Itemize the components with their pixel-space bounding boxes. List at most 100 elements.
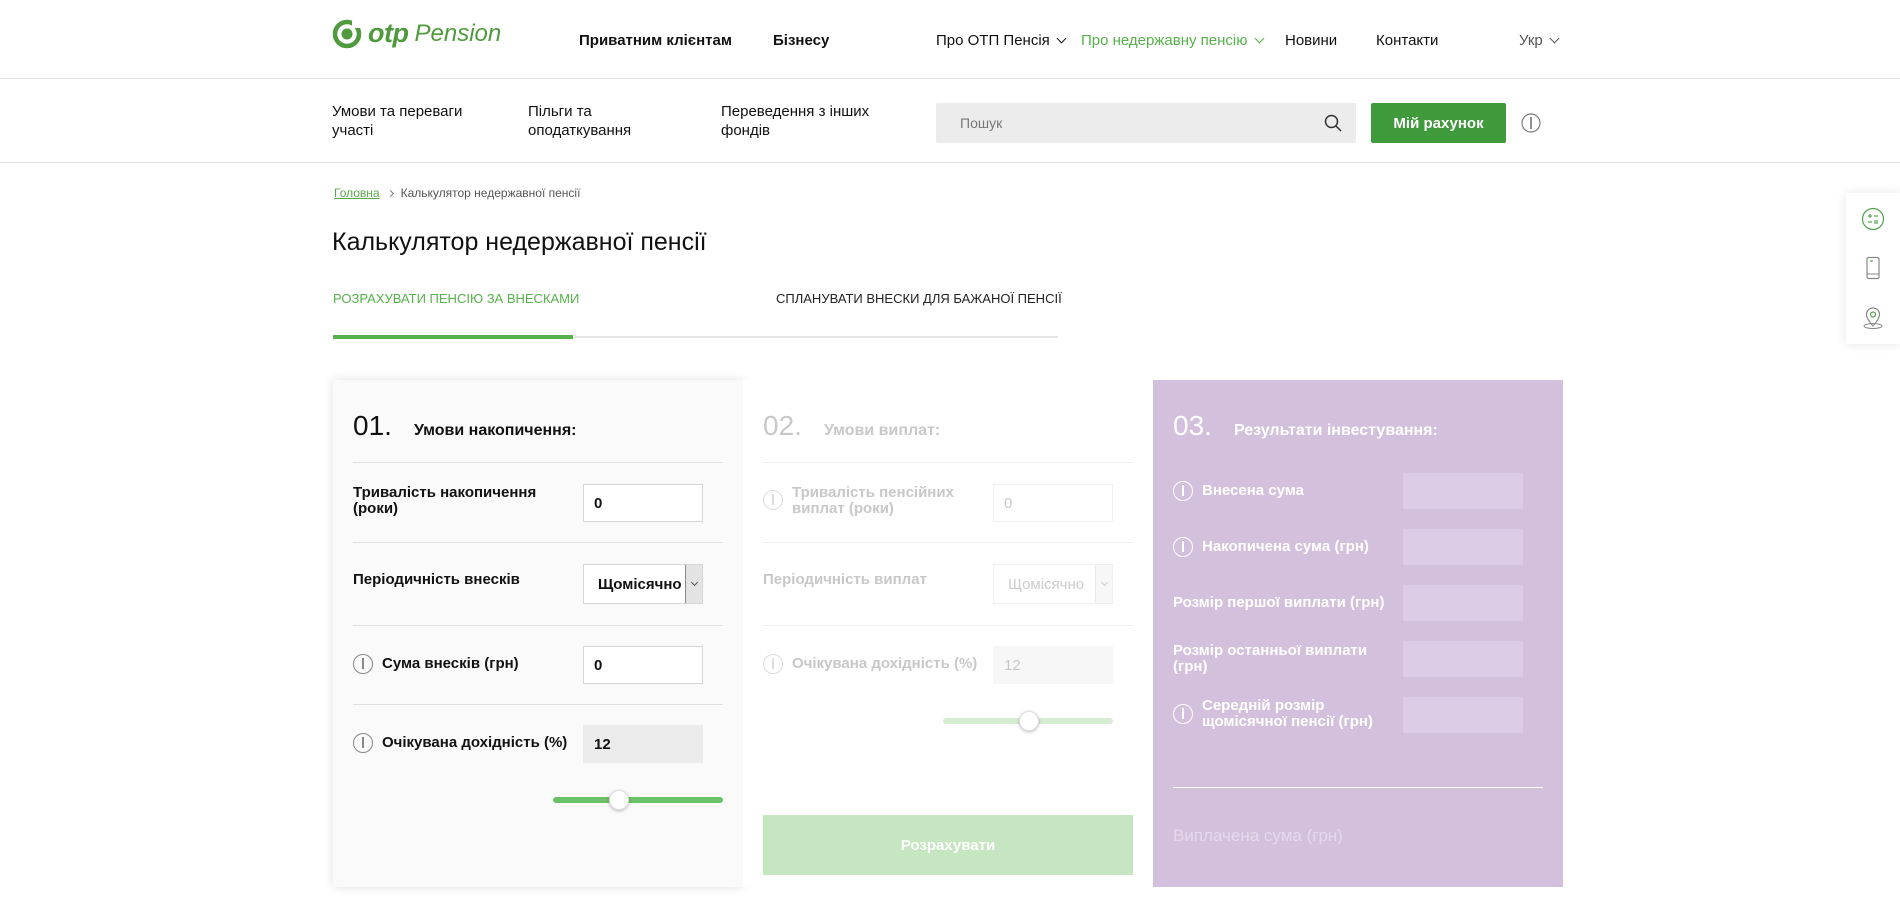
tab-active-indicator <box>333 335 573 339</box>
payout-yield-slider-handle[interactable] <box>1019 711 1039 731</box>
breadcrumb-current: Калькулятор недержавної пенсії <box>400 186 581 200</box>
nav-news[interactable]: Новини <box>1285 32 1337 49</box>
step-number: 03. <box>1173 410 1212 441</box>
info-icon[interactable] <box>763 654 783 674</box>
contribution-amount-input[interactable] <box>583 646 703 684</box>
result-last-payment <box>1403 641 1523 677</box>
divider <box>763 625 1133 626</box>
nav-contacts[interactable]: Контакти <box>1376 32 1438 49</box>
result-label: Середній розмір щомісячної пенсії (грн) <box>1202 698 1412 730</box>
chevron-down-icon <box>1549 33 1560 44</box>
divider <box>763 462 1133 463</box>
search-input[interactable] <box>936 103 1316 143</box>
payout-conditions-panel: 02. Умови виплат: Тривалість пенсійних в… <box>743 380 1153 887</box>
info-icon[interactable] <box>1173 537 1193 557</box>
label-line: Середній розмір <box>1202 697 1325 714</box>
divider <box>353 542 723 543</box>
nav-business[interactable]: Бізнесу <box>773 32 829 49</box>
language-selector[interactable]: Укр <box>1519 32 1560 49</box>
contribution-periodicity-select[interactable]: Щомісячно <box>583 564 703 604</box>
info-icon[interactable] <box>353 733 373 753</box>
expected-yield-label: Очікувана дохідність (%) <box>382 734 568 751</box>
info-icon[interactable] <box>1173 704 1193 724</box>
page-title: Калькулятор недержавної пенсії <box>332 228 707 256</box>
payout-duration-label: Тривалість пенсійних виплат (роки) <box>792 485 1002 517</box>
subnav-transfer[interactable]: Переведення з інших фондів <box>721 102 869 140</box>
side-toolbar <box>1846 193 1900 344</box>
divider <box>763 542 1133 543</box>
label-line: виплат (роки) <box>792 500 894 517</box>
divider <box>353 704 723 705</box>
step-number: 02. <box>763 410 802 441</box>
subnav-conditions[interactable]: Умови та переваги участі <box>332 102 462 140</box>
divider <box>353 625 723 626</box>
divider <box>1173 787 1543 788</box>
map-pin-icon[interactable] <box>1861 306 1885 330</box>
payout-periodicity-label: Періодичність виплат <box>763 571 927 588</box>
breadcrumb-home[interactable]: Головна <box>334 186 380 200</box>
label-line: (грн) <box>1173 658 1208 675</box>
label-line: Тривалість пенсійних <box>792 484 954 501</box>
yield-slider-handle[interactable] <box>609 790 629 810</box>
label-line: (роки) <box>353 500 399 517</box>
nav-about-otp-label: Про ОТП Пенсія <box>936 32 1050 49</box>
result-accumulated-amount <box>1403 529 1523 565</box>
logo-pension-text: Pension <box>414 19 502 47</box>
result-first-payment <box>1403 585 1523 621</box>
select-arrow <box>1095 565 1112 603</box>
nav-about-private-pension[interactable]: Про недержавну пенсію <box>1081 32 1264 49</box>
result-average-monthly-pension <box>1403 697 1523 733</box>
breadcrumb: Головна Калькулятор недержавної пенсії <box>334 186 580 200</box>
chevron-down-icon <box>690 578 698 586</box>
nav-about-otp[interactable]: Про ОТП Пенсія <box>936 32 1067 49</box>
tab-calculate-by-contributions[interactable]: РОЗРАХУВАТИ ПЕНСІЮ ЗА ВНЕСКАМИ <box>333 291 579 306</box>
select-value: Щомісячно <box>1008 575 1085 593</box>
otp-logo-icon <box>332 18 362 48</box>
tab-plan-contributions[interactable]: СПЛАНУВАТИ ВНЕСКИ ДЛЯ БАЖАНОЇ ПЕНСІЇ <box>776 291 1062 306</box>
info-icon[interactable] <box>763 490 783 510</box>
payout-expected-yield-input[interactable] <box>993 646 1113 684</box>
accumulation-duration-input[interactable] <box>583 484 703 522</box>
result-label: Розмір першої виплати (грн) <box>1173 594 1385 611</box>
investment-results-panel: 03. Результати інвестування: Внесена сум… <box>1153 380 1563 887</box>
subnav-benefits-line1: Пільги та <box>528 103 592 120</box>
calculator-icon[interactable] <box>1861 207 1885 231</box>
chevron-right-icon <box>386 189 394 197</box>
payout-expected-yield-label: Очікувана дохідність (%) <box>792 655 978 672</box>
otp-pension-logo[interactable]: otp Pension <box>332 18 501 49</box>
calculate-button[interactable]: Розрахувати <box>763 815 1133 875</box>
label-line: Тривалість накопичення <box>353 484 537 501</box>
nav-about-private-pension-label: Про недержавну пенсію <box>1081 32 1248 49</box>
payout-periodicity-select[interactable]: Щомісячно <box>993 564 1113 604</box>
subnav-transfer-line1: Переведення з інших <box>721 103 870 120</box>
chevron-down-icon <box>1254 33 1264 44</box>
subnav-transfer-line2: фондів <box>721 122 771 139</box>
contribution-amount-label: Сума внесків (грн) <box>382 655 519 672</box>
logo-otp-text: otp <box>368 18 409 48</box>
label-line: Розмір останньої виплати <box>1173 642 1368 659</box>
divider <box>353 462 723 463</box>
search-box <box>936 103 1356 143</box>
result-contributed-amount <box>1403 473 1523 509</box>
chevron-down-icon <box>1056 33 1067 44</box>
step-title: Результати інвестування: <box>1234 422 1438 439</box>
nav-private-clients[interactable]: Приватним клієнтам <box>579 32 732 49</box>
phone-icon[interactable] <box>1861 256 1885 280</box>
subnav-conditions-line1: Умови та переваги <box>332 103 463 120</box>
subnav-benefits-line2: оподаткування <box>528 122 632 139</box>
info-icon[interactable] <box>1173 481 1193 501</box>
my-account-button[interactable]: Мій рахунок <box>1371 103 1506 143</box>
info-icon[interactable] <box>353 654 373 674</box>
expected-yield-input[interactable] <box>583 725 703 763</box>
accumulation-duration-label: Тривалість накопичення (роки) <box>353 485 563 517</box>
result-label: Розмір останньої виплати (грн) <box>1173 643 1383 675</box>
subnav-benefits[interactable]: Пільги та оподаткування <box>528 102 631 140</box>
payout-duration-input[interactable] <box>993 484 1113 522</box>
result-label: Внесена сума <box>1202 482 1305 499</box>
step-number: 01. <box>353 410 392 441</box>
search-icon[interactable] <box>1324 114 1342 132</box>
paid-amount-label: Виплачена сума (грн) <box>1173 826 1343 845</box>
yield-slider-track[interactable] <box>553 797 723 803</box>
accumulation-conditions-panel: 01. Умови накопичення: Тривалість накопи… <box>333 380 743 887</box>
info-icon[interactable] <box>1521 113 1541 133</box>
